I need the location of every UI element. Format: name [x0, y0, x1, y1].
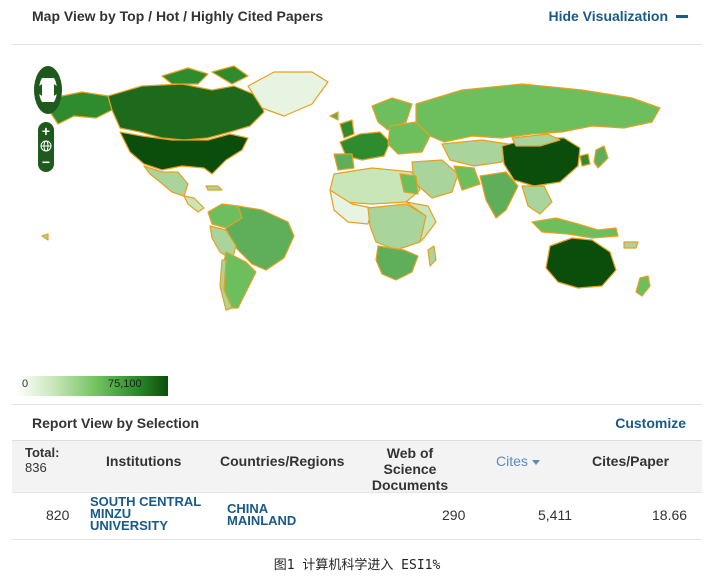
- region-southeast-asia: [521, 185, 553, 215]
- region-arctic-islands: [161, 67, 209, 85]
- region-iberia: [333, 153, 355, 171]
- zoom-in-button[interactable]: +: [38, 124, 54, 138]
- wos-documents-value: 290: [442, 507, 466, 523]
- region-india: [479, 171, 519, 219]
- wos-documents-header[interactable]: Web of Science Documents: [360, 445, 460, 493]
- region-iran: [453, 165, 481, 191]
- cites-per-paper-header[interactable]: Cites/Paper: [592, 453, 669, 469]
- report-view-title: Report View by Selection: [32, 415, 200, 431]
- region-central-america: [183, 195, 205, 213]
- row-rank: 820: [46, 507, 70, 523]
- region-madagascar: [427, 245, 437, 267]
- region-central-africa: [367, 203, 427, 251]
- table-row: 820 SOUTH CENTRAL MINZU UNIVERSITY CHINA…: [12, 492, 702, 540]
- world-map[interactable]: + −: [12, 46, 702, 366]
- region-uk: [339, 119, 355, 139]
- hide-visualization-label[interactable]: Hide Visualization: [548, 8, 668, 24]
- zoom-out-button[interactable]: −: [38, 155, 54, 169]
- total-value: 836: [25, 460, 47, 475]
- cites-header[interactable]: Cites: [496, 453, 540, 469]
- region-canada: [107, 83, 265, 141]
- region-new-zealand: [635, 275, 651, 297]
- institution-line-3[interactable]: UNIVERSITY: [90, 519, 201, 532]
- globe-icon[interactable]: [40, 140, 52, 152]
- world-map-svg[interactable]: [12, 46, 702, 366]
- region-korea: [579, 153, 591, 167]
- region-indonesia: [531, 217, 619, 239]
- map-view-header: Map View by Top / Hot / Highly Cited Pap…: [0, 0, 714, 44]
- region-middle-east: [411, 159, 459, 199]
- region-mexico: [143, 165, 189, 197]
- pan-control-icon[interactable]: [30, 64, 66, 116]
- institution-link[interactable]: SOUTH CENTRAL MINZU UNIVERSITY: [90, 495, 201, 532]
- hide-visualization-link[interactable]: Hide Visualization: [548, 8, 688, 24]
- report-view-header: Report View by Selection Customize: [0, 404, 714, 440]
- region-australia: [545, 237, 617, 289]
- region-central-asia: [441, 139, 509, 167]
- cites-per-paper-value: 18.66: [652, 507, 688, 523]
- legend-min-label: 0: [22, 378, 29, 390]
- cites-value: 5,411: [538, 507, 572, 523]
- map-color-legend: [16, 376, 168, 396]
- legend-max-label: 75,100: [108, 378, 142, 390]
- country-line-2[interactable]: MAINLAND: [227, 514, 296, 527]
- wos-header-line2[interactable]: Documents: [360, 477, 460, 493]
- table-header: Total: 836 Institutions Countries/Region…: [12, 440, 702, 493]
- sort-descending-icon[interactable]: [531, 459, 540, 465]
- minus-icon[interactable]: [676, 14, 688, 18]
- cites-header-label[interactable]: Cites: [496, 453, 528, 469]
- figure-caption: 图1 计算机科学进入 ESI1%: [273, 558, 441, 573]
- institutions-header[interactable]: Institutions: [106, 453, 181, 469]
- header-divider: [12, 44, 702, 45]
- countries-header[interactable]: Countries/Regions: [220, 453, 344, 469]
- wos-header-line1[interactable]: Web of Science: [360, 445, 460, 477]
- region-japan: [593, 145, 609, 169]
- region-russia: [415, 83, 661, 143]
- country-link[interactable]: CHINA MAINLAND: [227, 502, 296, 527]
- region-southern-africa: [375, 245, 419, 281]
- total-header: Total: 836: [25, 445, 59, 475]
- customize-link[interactable]: Customize: [615, 415, 686, 431]
- map-view-title: Map View by Top / Hot / Highly Cited Pap…: [32, 8, 324, 24]
- total-label: Total:: [25, 445, 60, 460]
- zoom-control[interactable]: + −: [38, 122, 54, 172]
